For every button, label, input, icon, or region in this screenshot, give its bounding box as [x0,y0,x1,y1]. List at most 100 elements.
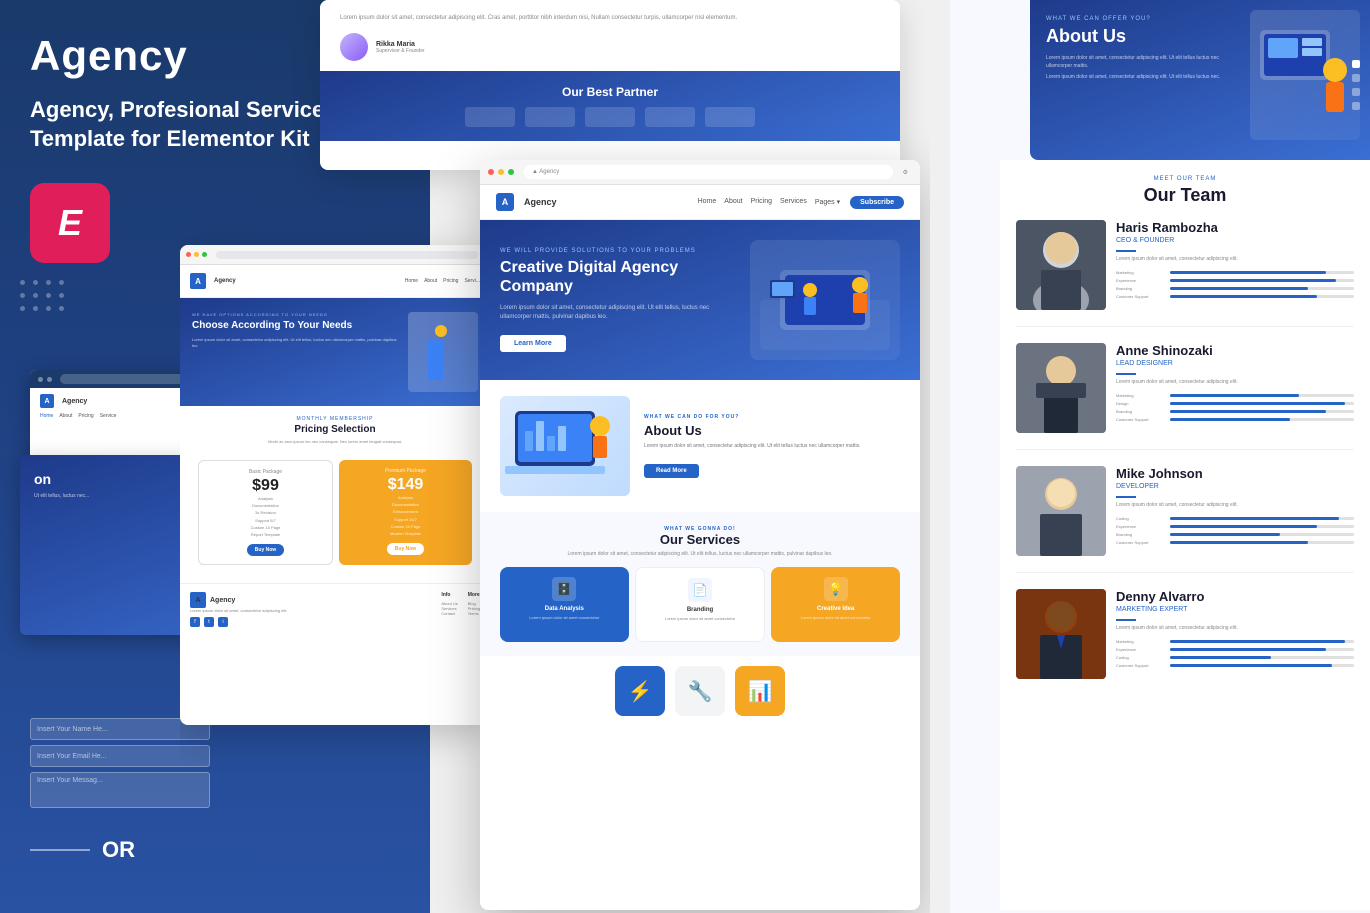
anne-name: Anne Shinozaki [1116,343,1354,358]
service-branding: 📄 Branding Lorem ipsum dolor sit amet co… [635,567,766,642]
agency-hero-section: WE WILL PROVIDE SOLUTIONS TO YOUR PROBLE… [480,220,920,380]
author-info: Rikka Maria Supervisor & Founder [376,41,425,54]
browser-url: ▲ Agency [524,165,893,179]
premium-buy-button[interactable]: Buy Now [387,543,424,555]
learn-more-button[interactable]: Learn More [500,335,566,352]
basic-label: Basic Package [205,469,326,475]
about-us-title: About Us [1046,26,1246,47]
denny-name: Denny Alvarro [1116,589,1354,604]
haris-stats: Marketing Experience Branding Customer S… [1116,270,1354,299]
author-avatar [340,33,368,61]
nav-services[interactable]: Services [780,198,807,206]
haris-description: Lorem ipsum dolor sit amet, consectetur … [1116,256,1354,264]
testimonial-screenshot: Lorem ipsum dolor sit amet, consectetur … [320,0,900,170]
haris-role: CEO & FOUNDER [1116,237,1354,244]
branding-desc: Lorem ipsum dolor sit amet consectetur [644,616,757,621]
denny-photo [1016,589,1106,679]
choose-title: Choose According To Your Needs [192,320,400,332]
about-us-illustration [1250,10,1360,140]
partner-logo-1 [465,107,515,127]
team-title: Our Team [1016,185,1354,206]
haris-name: Haris Rambozha [1116,220,1354,235]
agency-main-screenshot: ▲ Agency ⚙ A Agency Home About Pricing S… [480,160,920,910]
subscribe-button[interactable]: Subscribe [850,196,904,209]
nav-pages[interactable]: Pages ▾ [815,198,840,206]
about-tag: WHAT WE CAN DO FOR YOU? [644,414,900,420]
author-name: Rikka Maria [376,41,425,48]
denny-stats: Marketing Experience Coding Customer Sup… [1116,639,1354,668]
scroll-dot-3[interactable] [1352,88,1360,96]
about-title: About Us [644,423,900,438]
pricing-monthly-tag: MONTHLY MEMBERSHIP [190,416,480,422]
url-text: ▲ Agency [532,169,559,175]
right-panel: WHAT WE CAN OFFER YOU? About Us Lorem ip… [950,0,1370,913]
data-analysis-desc: Lorem ipsum dolor sit amet consectetur [508,615,621,620]
mike-name: Mike Johnson [1116,466,1354,481]
mike-photo [1016,466,1106,556]
agency-nav-brand: Agency [524,197,557,207]
choose-nav-brand: Agency [214,278,236,284]
team-member-anne: Anne Shinozaki LEAD DESIGNER Lorem ipsum… [1016,343,1354,450]
scroll-dot-4[interactable] [1352,102,1360,110]
mike-stats: Coding Experience Branding Customer Supp… [1116,516,1354,545]
choose-tag: WE HAVE OPTIONS ACCORDING TO YOUR NEEDS [192,312,400,317]
team-member-denny: Denny Alvarro MARKETING EXPERT Lorem ips… [1016,589,1354,695]
basic-pricing-card: Basic Package $99 AnalysisDocumentation3… [198,460,333,565]
basic-buy-button[interactable]: Buy Now [247,544,284,556]
data-analysis-icon: 🗄️ [552,577,576,601]
choose-hero: WE HAVE OPTIONS ACCORDING TO YOUR NEEDS … [180,298,490,406]
services-description: Lorem ipsum dolor sit amet, consectetur … [500,551,900,557]
services-section: WHAT WE GONNA DO! Our Services Lorem ips… [480,512,920,656]
services-title: Our Services [500,532,900,547]
denny-info: Denny Alvarro MARKETING EXPERT Lorem ips… [1116,589,1354,679]
basic-features: AnalysisDocumentation3x RevisionSupport … [205,495,326,538]
nav-pricing[interactable]: Pricing [751,198,772,206]
partner-title: Our Best Partner [340,85,880,99]
premium-pricing-card: Premium Package $149 AnalysisDocumentati… [339,460,472,565]
nav-about[interactable]: About [724,198,742,206]
anne-photo [1016,343,1106,433]
creative-idea-title: Creative Idea [779,606,892,612]
author-role: Supervisor & Founder [376,48,425,54]
creative-idea-desc: Lorem ipsum dolor sit amet consectetur [779,615,892,620]
middle-panel: Lorem ipsum dolor sit amet, consectetur … [180,0,930,913]
mike-role: DEVELOPER [1116,483,1354,490]
logo-letter: A [502,197,509,207]
branding-title: Branding [644,607,757,613]
scroll-dot-1[interactable] [1352,60,1360,68]
pricing-cards-preview: MONTHLY MEMBERSHIP Pricing Selection Mor… [180,406,490,583]
team-member-mike: Mike Johnson DEVELOPER Lorem ipsum dolor… [1016,466,1354,573]
twitter-icon[interactable]: t [204,617,214,627]
scroll-dots [1352,60,1360,110]
about-description: Lorem ipsum dolor sit amet, consectetur … [644,443,900,451]
service-icon-2: 🔧 [675,666,725,716]
anne-role: LEAD DESIGNER [1116,360,1354,367]
testimonial-author: Rikka Maria Supervisor & Founder [340,33,880,61]
about-text: WHAT WE CAN DO FOR YOU? About Us Lorem i… [644,414,900,478]
anne-stats: Marketing Design Branding Customer Suppo… [1116,393,1354,422]
premium-features: AnalysisDocumentationEnhancementSupport … [345,494,466,537]
service-icon-1: ⚡ [615,666,665,716]
nav-items: Home About Pricing Services Pages ▾ [698,198,841,206]
facebook-icon[interactable]: f [190,617,200,627]
choose-browser-bar [180,245,490,265]
about-us-tag: WHAT WE CAN OFFER YOU? [1046,16,1246,22]
read-more-button[interactable]: Read More [644,464,699,478]
nav-home[interactable]: Home [698,198,717,206]
partner-section: Our Best Partner [320,71,900,141]
denny-role: MARKETING EXPERT [1116,606,1354,613]
team-section: MEET OUR TEAM Our Team Haris Rambozha CE… [1000,160,1370,910]
browser-bar: ▲ Agency ⚙ [480,160,920,185]
elementor-icon: E [30,183,110,263]
about-illustration [500,396,630,496]
agency-nav: A Agency Home About Pricing Services Pag… [480,185,920,220]
hero-text: WE WILL PROVIDE SOLUTIONS TO YOUR PROBLE… [500,248,738,352]
instagram-icon[interactable]: i [218,617,228,627]
footer-desc: Lorem ipsum dolor sit amet, consectetur … [190,608,287,613]
extra-services-row: ⚡ 🔧 📊 [480,656,920,726]
partner-logos [340,107,880,127]
branding-icon: 📄 [688,578,712,602]
hero-description: Lorem ipsum dolor sit amet, consectetur … [500,304,738,322]
scroll-dot-2[interactable] [1352,74,1360,82]
choose-needs-screenshot: A Agency HomeAboutPricingServi... WE HAV… [180,245,490,725]
